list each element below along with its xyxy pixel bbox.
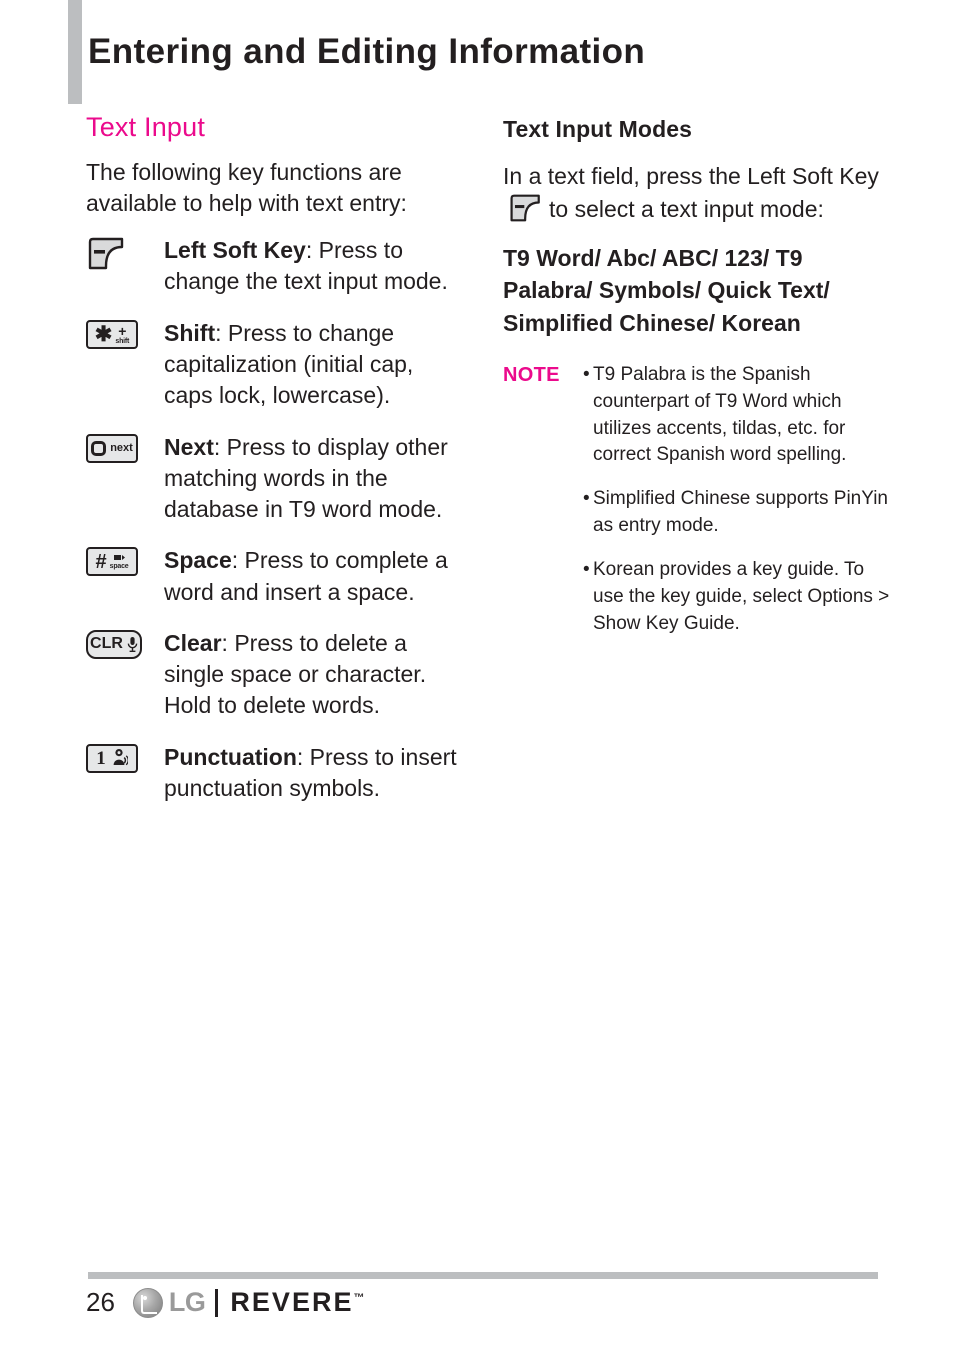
page-title: Entering and Editing Information [88,32,646,71]
manual-page: Entering and Editing Information Text In… [0,0,954,1372]
note-block: NOTE • T9 Palabra is the Spanish counter… [503,362,893,656]
footer: 26 LG REVERE™ [86,1287,364,1318]
list-item: next Next: Press to display other matchi… [86,432,466,526]
list-item: # space Space: Press to complete a word … [86,545,466,608]
left-column: Text Input The following key functions a… [86,112,466,824]
key-name: Left Soft Key [164,237,306,264]
space-key-labels: space [110,554,129,570]
key-icon-cell: # space [86,545,164,577]
intro-part-1: In a text field, press the Left Soft Key [503,163,879,190]
shift-key-labels: + shift [115,324,129,345]
key-description: Next: Press to display other matching wo… [164,432,466,526]
space-symbol-icon [113,554,125,560]
product-name: REVERE [230,1287,354,1317]
space-label: space [109,562,129,570]
key-icon-cell: next [86,432,164,463]
clear-key-icon: CLR [86,629,142,659]
text-input-modes-list: T9 Word/ Abc/ ABC/ 123/ T9 Palabra/ Symb… [503,244,830,336]
lg-logo-icon [132,1287,163,1318]
trademark-symbol: ™ [353,1292,365,1304]
note-label: NOTE [503,363,560,386]
right-column: Text Input Modes In a text field, press … [503,113,893,655]
key-description: Left Soft Key: Press to change the text … [164,235,466,298]
shift-key-icon: ✱ + shift [86,319,138,349]
microphone-icon [127,636,138,652]
list-item: • T9 Palabra is the Spanish counterpart … [583,362,893,470]
key-description: Space: Press to complete a word and inse… [164,545,466,608]
footer-pipe-divider [215,1288,219,1317]
list-item: 1 Punctuation: Press to insert punctuati… [86,742,466,805]
list-item: ✱ + shift Shift: Press to change capital… [86,318,466,412]
next-label: next [110,442,133,455]
key-icon-cell: ✱ + shift [86,318,164,349]
left-soft-key-icon [86,237,128,270]
space-key-icon: # space [86,547,138,577]
key-name: Shift [164,319,216,346]
key-icon-cell: 1 [86,742,164,773]
note-text: Simplified Chinese supports PinYin as en… [593,488,889,537]
text-input-intro: The following key functions are availabl… [86,158,407,216]
left-soft-key-icon [508,194,544,222]
list-item: • Simplified Chinese supports PinYin as … [583,486,893,540]
key-icon-cell [86,235,164,270]
lg-wordmark: LG [168,1287,206,1317]
asterisk-glyph: ✱ [94,322,113,346]
hash-glyph: # [95,550,107,573]
list-item: • Korean provides a key guide. To use th… [583,557,893,638]
note-items: • T9 Palabra is the Spanish counterpart … [575,362,893,656]
section-title-text-input-modes: Text Input Modes [503,116,693,142]
text-input-modes-intro: In a text field, press the Left Soft Key… [503,160,893,225]
key-description: Punctuation: Press to insert punctuation… [164,742,466,805]
clr-label: CLR [90,635,123,653]
key-name: Space [164,547,232,574]
footer-divider-rule [88,1272,878,1279]
voicemail-icon [113,749,128,766]
note-text: T9 Palabra is the Spanish counterpart of… [593,363,847,466]
note-text: Korean provides a key guide. To use the … [593,559,890,635]
key-icon-cell: CLR [86,628,164,659]
next-key-icon: next [86,433,138,463]
zero-key-glyph [91,440,107,456]
section-title-text-input: Text Input [86,112,206,142]
key-function-list: Left Soft Key: Press to change the text … [86,235,466,804]
list-item: Left Soft Key: Press to change the text … [86,235,466,298]
plus-glyph: + [118,322,127,339]
intro-part-2: to select a text input mode: [549,195,824,222]
page-number: 26 [86,1287,115,1317]
punctuation-key-icon: 1 [86,743,138,773]
product-wordmark: REVERE™ [230,1287,364,1318]
one-glyph: 1 [96,747,106,769]
bullet-icon: • [583,363,590,385]
list-item: CLR Clear: Press to delete a single spac… [86,628,466,722]
key-name: Clear [164,629,222,656]
header-accent-bar [68,0,82,104]
key-name: Punctuation [164,743,297,770]
bullet-icon: • [583,559,590,581]
key-description: Clear: Press to delete a single space or… [164,628,466,722]
key-description: Shift: Press to change capitalization (i… [164,318,466,412]
key-name: Next [164,433,214,460]
shift-label: shift [115,337,130,345]
bullet-icon: • [583,488,590,510]
